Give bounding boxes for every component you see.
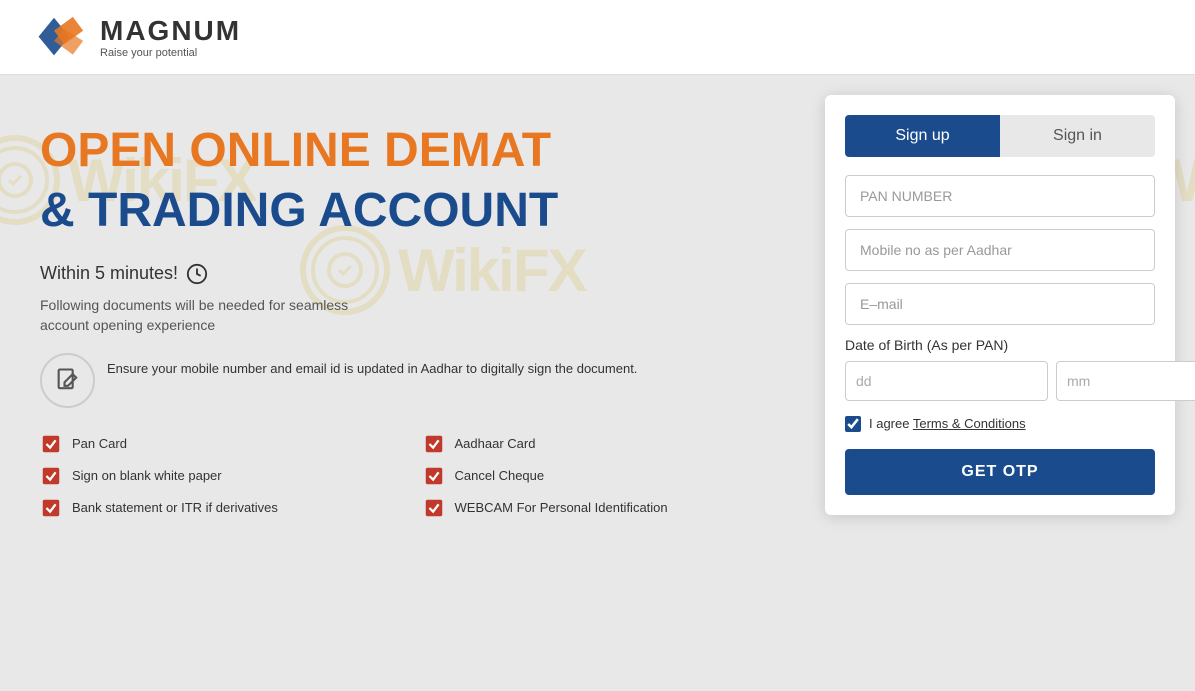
doc-item: Cancel Cheque <box>423 465 766 487</box>
mobile-input[interactable] <box>845 229 1155 271</box>
following-text-2: account opening experience <box>40 317 765 333</box>
ensure-text: Ensure your mobile number and email id i… <box>107 353 637 379</box>
doc-item: Bank statement or ITR if derivatives <box>40 497 383 519</box>
logo-icon <box>30 12 90 62</box>
left-section: OPEN ONLINE DEMAT & TRADING ACCOUNT With… <box>0 75 805 691</box>
doc-label: Cancel Cheque <box>455 468 545 483</box>
form-card: Sign up Sign in Date of Birth (As per PA… <box>825 95 1175 515</box>
check-icon-2 <box>423 433 445 455</box>
tab-row: Sign up Sign in <box>845 115 1155 157</box>
doc-item: Sign on blank white paper <box>40 465 383 487</box>
dob-row <box>845 361 1155 401</box>
check-icon-4 <box>423 465 445 487</box>
docs-grid: Pan Card Aadhaar Card Sign on blank whit… <box>40 433 765 519</box>
main-title-line2: & TRADING ACCOUNT <box>40 183 765 238</box>
edit-icon <box>54 366 82 394</box>
doc-item: WEBCAM For Personal Identification <box>423 497 766 519</box>
dob-dd-input[interactable] <box>845 361 1048 401</box>
check-icon-5 <box>40 497 62 519</box>
agree-checkbox[interactable] <box>845 416 861 432</box>
following-text-1: Following documents will be needed for s… <box>40 297 765 313</box>
logo-name: MAGNUM <box>100 15 241 47</box>
logo-text: MAGNUM Raise your potential <box>100 15 241 59</box>
check-icon-1 <box>40 433 62 455</box>
header: MAGNUM Raise your potential <box>0 0 1195 75</box>
email-input[interactable] <box>845 283 1155 325</box>
doc-item: Aadhaar Card <box>423 433 766 455</box>
checkbox-row: I agree Terms & Conditions <box>845 415 1155 433</box>
right-section: Sign up Sign in Date of Birth (As per PA… <box>805 75 1195 691</box>
doc-label: Bank statement or ITR if derivatives <box>72 500 278 515</box>
within-label: Within 5 minutes! <box>40 263 178 284</box>
logo-tagline: Raise your potential <box>100 47 241 59</box>
ensure-icon-wrap <box>40 353 95 408</box>
check-icon-6 <box>423 497 445 519</box>
tab-signup[interactable]: Sign up <box>845 115 1000 157</box>
doc-label: WEBCAM For Personal Identification <box>455 500 668 515</box>
doc-label: Aadhaar Card <box>455 436 536 451</box>
agree-label: I agree Terms & Conditions <box>869 415 1026 433</box>
main-title-line1: OPEN ONLINE DEMAT <box>40 125 765 178</box>
dob-label: Date of Birth (As per PAN) <box>845 337 1155 353</box>
clock-icon <box>186 263 208 285</box>
pan-input[interactable] <box>845 175 1155 217</box>
main-content: WikiFX WikiFX Wi OPEN ONLINE DEMAT & T <box>0 75 1195 691</box>
within-line: Within 5 minutes! <box>40 263 765 285</box>
get-otp-button[interactable]: GET OTP <box>845 449 1155 495</box>
logo: MAGNUM Raise your potential <box>30 12 241 62</box>
ensure-box: Ensure your mobile number and email id i… <box>40 353 765 408</box>
check-icon-3 <box>40 465 62 487</box>
doc-item: Pan Card <box>40 433 383 455</box>
dob-mm-input[interactable] <box>1056 361 1195 401</box>
terms-link[interactable]: Terms & Conditions <box>913 416 1026 431</box>
doc-label: Pan Card <box>72 436 127 451</box>
tab-signin[interactable]: Sign in <box>1000 115 1155 157</box>
doc-label: Sign on blank white paper <box>72 468 222 483</box>
